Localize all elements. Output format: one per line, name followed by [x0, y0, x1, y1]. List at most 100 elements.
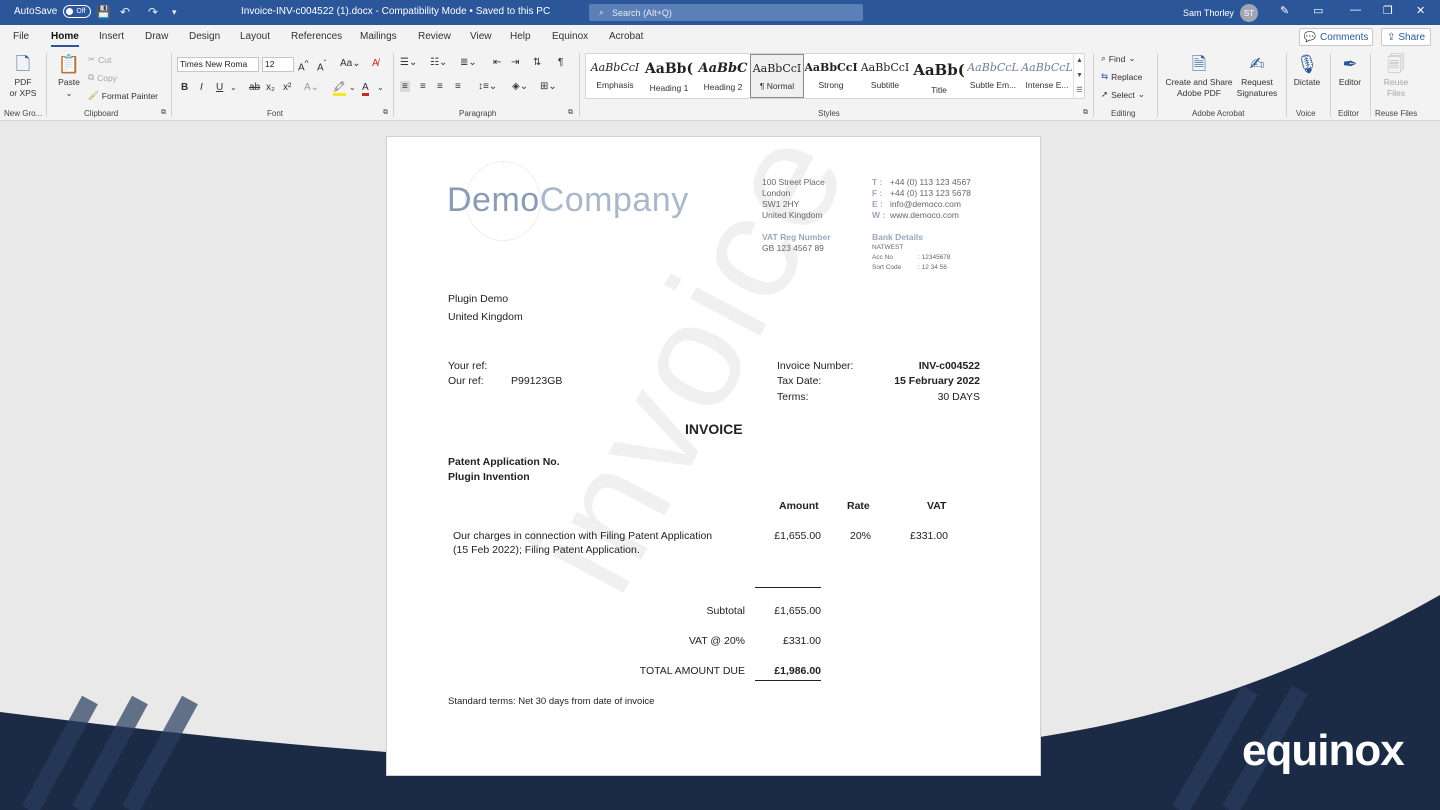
tab-layout[interactable]: Layout — [240, 31, 270, 42]
minimize-icon[interactable]: — — [1350, 4, 1361, 16]
contact-line: E : info@democo.com — [872, 199, 971, 210]
tab-view[interactable]: View — [470, 31, 492, 42]
tab-draw[interactable]: Draw — [145, 31, 168, 42]
style-strong[interactable]: AaBbCcI Strong — [804, 54, 858, 98]
superscript-icon[interactable]: x² — [283, 82, 291, 93]
shrink-font-icon[interactable]: Aˇ — [317, 58, 326, 73]
bullets-icon[interactable]: ☰⌄ — [400, 57, 417, 68]
style-heading-1[interactable]: AaBb(Heading 1 — [642, 54, 696, 98]
undo-icon[interactable]: ↶ — [120, 5, 130, 19]
style-subtle-em[interactable]: AaBbCcL Subtle Em... — [966, 54, 1020, 98]
tab-review[interactable]: Review — [418, 31, 451, 42]
font-color-icon[interactable]: A — [362, 82, 369, 96]
find-button[interactable]: ⌕ Find ⌄ — [1101, 53, 1135, 64]
style-subtitle[interactable]: AaBbCcI Subtitle — [858, 54, 912, 98]
font-size-select[interactable]: 12 — [262, 57, 294, 72]
editor-button[interactable]: ✒ Editor — [1334, 53, 1366, 88]
divider — [1286, 53, 1287, 117]
numbering-icon[interactable]: ☷⌄ — [430, 57, 447, 68]
strikethrough-icon[interactable]: ab — [249, 82, 260, 93]
chevron-down-icon[interactable]: ⌄ — [377, 83, 384, 92]
customize-toolbar-icon[interactable]: ▾ — [172, 7, 177, 18]
tab-equinox[interactable]: Equinox — [552, 31, 588, 42]
tab-insert[interactable]: Insert — [99, 31, 124, 42]
comments-button[interactable]: 💬 Comments — [1299, 28, 1373, 46]
grow-font-icon[interactable]: A^ — [298, 58, 309, 73]
copy-label: Copy — [97, 72, 117, 83]
cut-button[interactable]: ✂ Cut — [88, 54, 111, 65]
redo-icon[interactable]: ↷ — [148, 5, 158, 19]
restore-icon[interactable]: ❐ — [1383, 4, 1393, 17]
paste-button[interactable]: 📋 Paste ⌄ — [54, 53, 84, 99]
style-intense-e[interactable]: AaBbCcL Intense E... — [1020, 54, 1074, 98]
dialog-launcher-icon[interactable]: ⧉ — [161, 109, 166, 117]
format-painter-button[interactable]: 🖌 Format Painter — [88, 90, 158, 101]
create-share-pdf-button[interactable]: 🗎 Create and Share Adobe PDF — [1162, 53, 1236, 99]
replace-button[interactable]: ⇆ Replace — [1101, 71, 1142, 82]
style-emphasis[interactable]: AaBbCcI Emphasis — [588, 54, 642, 98]
text-effects-icon[interactable]: A⌄ — [304, 82, 319, 93]
document-title[interactable]: Invoice-INV-c004522 (1).docx - Compatibi… — [241, 6, 550, 17]
borders-icon[interactable]: ⊞⌄ — [540, 81, 557, 92]
multilevel-list-icon[interactable]: ≣⌄ — [460, 57, 477, 68]
dialog-launcher-icon[interactable]: ⧉ — [568, 109, 573, 117]
align-left-icon[interactable]: ≡ — [400, 81, 410, 92]
dictate-button[interactable]: 🎙 Dictate — [1290, 53, 1324, 88]
reuse-files-button[interactable]: 🗐 Reuse Files — [1378, 53, 1414, 99]
bold-icon[interactable]: B — [181, 82, 188, 93]
align-right-icon[interactable]: ≡ — [437, 81, 443, 92]
cursor-icon: ➚ — [1101, 89, 1109, 99]
autosave-toggle[interactable]: Off — [63, 5, 92, 18]
ribbon-display-icon[interactable]: ▭ — [1313, 4, 1323, 17]
chevron-up-icon[interactable]: ▲ — [1076, 57, 1083, 64]
increase-indent-icon[interactable]: ⇥ — [511, 57, 519, 68]
select-button[interactable]: ➚ Select ⌄ — [1101, 89, 1145, 100]
change-case-icon[interactable]: Aa⌄ — [340, 58, 361, 69]
dialog-launcher-icon[interactable]: ⧉ — [383, 109, 388, 117]
subscript-icon[interactable]: x₂ — [266, 82, 275, 93]
underline-icon[interactable]: U — [216, 82, 223, 93]
search-box[interactable]: ⌕ Search (Alt+Q) — [589, 4, 863, 21]
sort-icon[interactable]: ⇅ — [533, 57, 541, 68]
style-normal[interactable]: AaBbCcI ¶ Normal — [750, 54, 804, 98]
shading-icon[interactable]: ◈⌄ — [512, 81, 528, 92]
tab-help[interactable]: Help — [510, 31, 531, 42]
style-title[interactable]: AaBb(Title — [912, 54, 966, 98]
tab-file[interactable]: File — [13, 31, 29, 42]
chevron-down-icon[interactable]: ▼ — [1076, 72, 1083, 79]
user-name[interactable]: Sam Thorley — [1183, 8, 1234, 18]
line-spacing-icon[interactable]: ↕≡⌄ — [478, 81, 497, 92]
highlight-icon[interactable]: 🖍 — [333, 82, 346, 96]
chevron-down-icon[interactable]: ⌄ — [349, 83, 356, 92]
tab-mailings[interactable]: Mailings — [360, 31, 397, 42]
invention-label: Plugin Invention — [448, 471, 530, 483]
clear-formatting-icon[interactable]: A̸ — [372, 58, 379, 69]
dialog-launcher-icon[interactable]: ⧉ — [1083, 109, 1088, 117]
share-button[interactable]: ⇪ Share — [1381, 28, 1431, 46]
more-styles-icon[interactable]: ☰ — [1076, 87, 1082, 94]
pilcrow-icon[interactable]: ¶ — [558, 57, 563, 68]
style-heading-2[interactable]: AaBbC Heading 2 — [696, 54, 750, 98]
italic-icon[interactable]: I — [200, 82, 203, 93]
tab-acrobat[interactable]: Acrobat — [609, 31, 643, 42]
styles-scroll[interactable]: ▲ ▼ ☰ — [1073, 53, 1085, 99]
tab-home[interactable]: Home — [51, 31, 79, 47]
autosave-control[interactable]: AutoSave Off — [14, 5, 92, 18]
chevron-down-icon[interactable]: ⌄ — [230, 83, 237, 92]
tab-design[interactable]: Design — [189, 31, 220, 42]
request-signatures-button[interactable]: ✍ Request Signatures — [1234, 53, 1280, 99]
decrease-indent-icon[interactable]: ⇤ — [493, 57, 501, 68]
style-preview: AaBbCcI — [752, 62, 802, 75]
close-icon[interactable]: ✕ — [1416, 4, 1425, 17]
tab-references[interactable]: References — [291, 31, 342, 42]
save-icon[interactable]: 💾 — [96, 5, 111, 19]
style-name: Emphasis — [596, 80, 634, 90]
justify-icon[interactable]: ≡ — [455, 81, 461, 92]
copy-button[interactable]: ⧉ Copy — [88, 72, 117, 83]
font-name-select[interactable]: Times New Roma — [177, 57, 259, 72]
avatar[interactable]: ST — [1240, 4, 1258, 22]
document-page[interactable]: invoice DemoCompany 100 Street Place Lond… — [386, 136, 1041, 776]
pdf-button[interactable]: 🗋 PDF or XPS — [6, 53, 40, 99]
align-center-icon[interactable]: ≡ — [420, 81, 426, 92]
pen-icon[interactable]: ✎ — [1280, 4, 1289, 17]
